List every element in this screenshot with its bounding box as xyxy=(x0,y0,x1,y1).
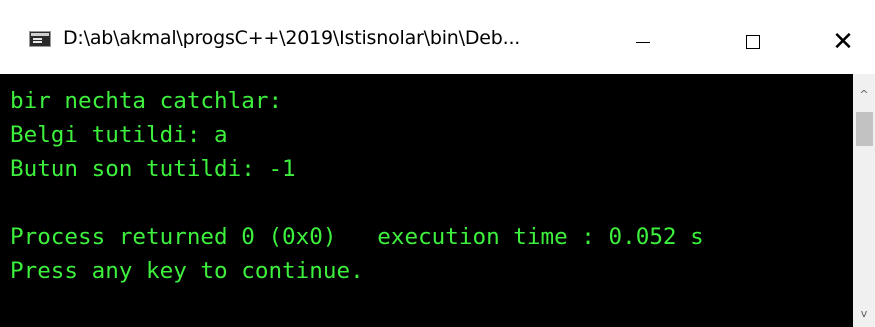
console-line: bir nechta catchlar: xyxy=(10,88,283,114)
console-line: Butun son tutildi: -1 xyxy=(10,156,296,182)
scroll-down-arrow-icon[interactable]: v xyxy=(853,299,875,327)
vertical-scrollbar[interactable]: ^ v xyxy=(853,74,875,327)
scroll-up-arrow-icon[interactable]: ^ xyxy=(853,80,875,108)
scrollbar-thumb[interactable] xyxy=(856,112,873,146)
title-bar[interactable]: D:\ab\akmal\progsC++\2019\Istisnolar\bin… xyxy=(0,0,875,74)
console-line: Belgi tutildi: a xyxy=(10,122,228,148)
console-window: D:\ab\akmal\progsC++\2019\Istisnolar\bin… xyxy=(0,0,875,327)
console-app-icon xyxy=(29,31,51,47)
maximize-button[interactable] xyxy=(720,18,786,66)
console-output[interactable]: bir nechta catchlar: Belgi tutildi: a Bu… xyxy=(0,74,853,327)
console-line: Process returned 0 (0x0) execution time … xyxy=(10,224,704,250)
close-button[interactable]: ✕ xyxy=(810,18,875,66)
window-title: D:\ab\akmal\progsC++\2019\Istisnolar\bin… xyxy=(63,27,521,49)
minimize-button[interactable] xyxy=(610,18,676,66)
console-line: Press any key to continue. xyxy=(10,258,364,284)
